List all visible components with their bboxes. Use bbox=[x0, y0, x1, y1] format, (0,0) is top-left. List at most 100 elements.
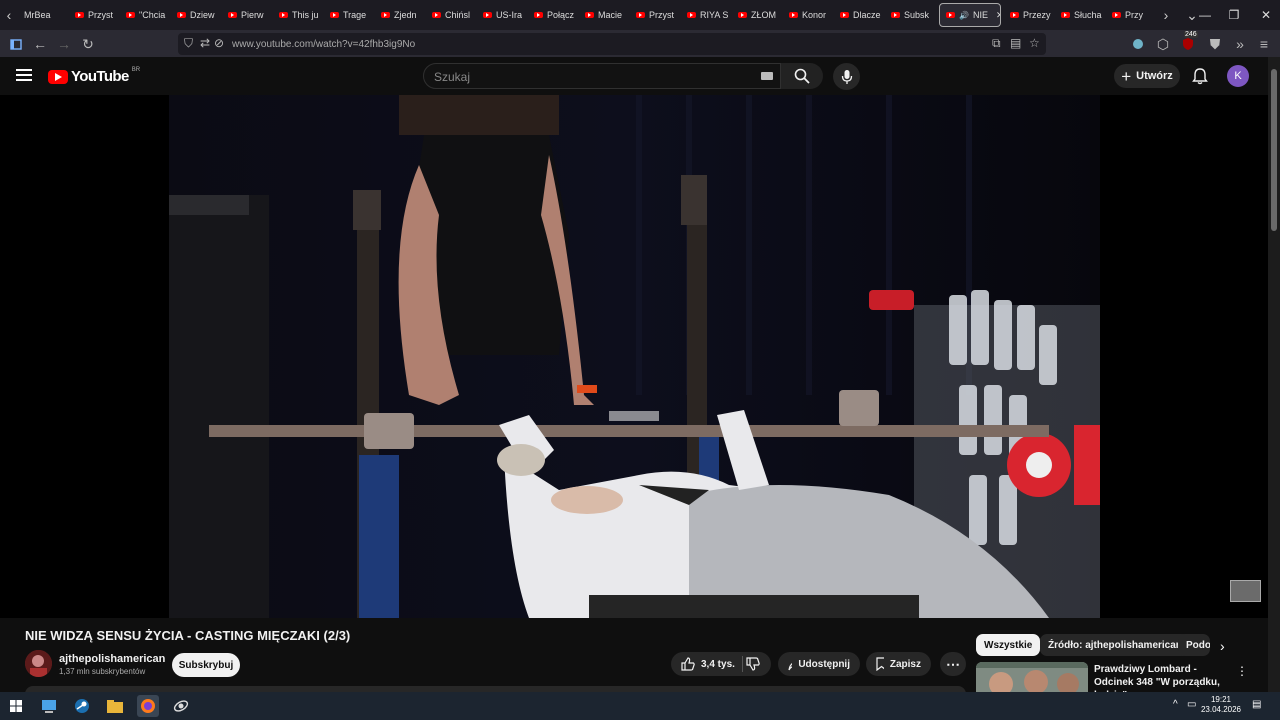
overflow-chevron-icon[interactable]: » bbox=[1230, 34, 1250, 54]
browser-tab[interactable]: Słucha bbox=[1055, 0, 1106, 30]
ublock-icon[interactable]: 246 bbox=[1178, 31, 1198, 54]
browser-tab[interactable]: RIYA S bbox=[681, 0, 732, 30]
restore-icon[interactable]: ❐ bbox=[1218, 0, 1250, 30]
save-button[interactable]: Zapisz bbox=[866, 652, 931, 676]
browser-tab[interactable]: Przy bbox=[1106, 0, 1157, 30]
bookmark-star-icon[interactable]: ☆ bbox=[1029, 36, 1040, 50]
browser-tab[interactable]: Połącz bbox=[528, 0, 579, 30]
sidebar-toggle-icon[interactable] bbox=[6, 34, 26, 54]
network-tray-icon[interactable]: ▭ bbox=[1187, 699, 1196, 710]
browser-tab[interactable]: This ju bbox=[273, 0, 324, 30]
close-tab-icon[interactable]: ✕ bbox=[996, 10, 1000, 21]
tray-chevron-icon[interactable]: ^ bbox=[1173, 699, 1178, 710]
browser-tab[interactable]: Dlacze bbox=[834, 0, 885, 30]
browser-tab[interactable]: Przyst bbox=[630, 0, 681, 30]
extensions-puzzle-icon[interactable]: ⬡ bbox=[1153, 34, 1173, 54]
chip-all[interactable]: Wszystkie bbox=[976, 634, 1041, 656]
browser-tab[interactable]: ZŁOM bbox=[732, 0, 783, 30]
recommendation-thumbnail[interactable] bbox=[976, 662, 1088, 692]
browser-tab[interactable]: US-Ira bbox=[477, 0, 528, 30]
youtube-favicon-icon bbox=[840, 12, 849, 18]
channel-avatar[interactable] bbox=[25, 650, 52, 677]
dislike-button[interactable] bbox=[746, 657, 760, 676]
video-frame[interactable] bbox=[169, 95, 1100, 618]
voice-search-button[interactable] bbox=[833, 63, 860, 90]
menu-hamburger-icon[interactable] bbox=[16, 69, 32, 81]
chip-related[interactable]: Podo bbox=[1178, 634, 1210, 656]
channel-name[interactable]: ajthepolishamerican bbox=[59, 653, 165, 665]
shield-icon[interactable]: ⛉ bbox=[184, 36, 193, 51]
privacy-shield-icon[interactable]: ⛊ bbox=[1205, 34, 1225, 54]
address-bar[interactable]: ⛉ ⇄ ⊘ www.youtube.com/watch?v=42fhb3ig9N… bbox=[178, 33, 1046, 55]
keyboard-icon[interactable] bbox=[761, 72, 773, 80]
subscriber-count: 1,37 mln subskrybentów bbox=[59, 667, 146, 676]
network-tool-icon[interactable] bbox=[170, 695, 192, 717]
browser-tab[interactable]: Subsk bbox=[885, 0, 936, 30]
tab-scroll-right-icon[interactable]: › bbox=[1157, 0, 1175, 30]
tab-label: Dlacze bbox=[853, 10, 881, 20]
microphone-icon bbox=[841, 69, 852, 84]
search-input[interactable]: Szukaj bbox=[423, 63, 781, 89]
share-button[interactable]: Udostępnij bbox=[778, 652, 860, 676]
plus-icon: + bbox=[1121, 66, 1132, 86]
browser-tab[interactable]: Zjedn bbox=[375, 0, 426, 30]
extension-icon[interactable] bbox=[1128, 34, 1148, 54]
browser-tab-strip: ‹ MrBea Przyst "Chcia Dziew Pierw This ju Trag… bbox=[0, 0, 1280, 30]
firefox-icon[interactable] bbox=[137, 695, 159, 717]
chip-source-channel[interactable]: Źródło: ajthepolishamerican bbox=[1040, 634, 1190, 656]
speaker-icon[interactable]: 🔊 bbox=[959, 11, 969, 20]
create-button[interactable]: + Utwórz bbox=[1114, 64, 1180, 88]
file-explorer-icon[interactable] bbox=[104, 695, 126, 717]
minimize-icon[interactable]: — bbox=[1189, 0, 1221, 30]
notifications-bell-icon[interactable] bbox=[1190, 66, 1210, 86]
browser-tab[interactable]: Pierw bbox=[222, 0, 273, 30]
forward-icon[interactable]: → bbox=[54, 34, 74, 54]
system-clock[interactable]: 19:21 23.04.2026 bbox=[1200, 695, 1242, 715]
back-icon[interactable]: ← bbox=[30, 34, 50, 54]
video-player[interactable] bbox=[0, 95, 1268, 618]
app-menu-icon[interactable]: ≡ bbox=[1254, 34, 1274, 54]
browser-tab[interactable]: Przyst bbox=[69, 0, 120, 30]
video-title: NIE WIDZĄ SENSU ŻYCIA - CASTING MIĘCZAKI… bbox=[25, 628, 351, 643]
tab-label: Przyst bbox=[649, 10, 675, 20]
permissions-icon[interactable]: ⇄ bbox=[200, 36, 210, 50]
youtube-favicon-icon bbox=[279, 12, 288, 18]
notifications-icon[interactable]: ▤ bbox=[1252, 699, 1261, 710]
video-still-image bbox=[169, 95, 1100, 618]
browser-tab[interactable]: Chińsl bbox=[426, 0, 477, 30]
close-window-icon[interactable]: ✕ bbox=[1250, 0, 1280, 30]
youtube-favicon-icon bbox=[483, 12, 492, 18]
browser-tab[interactable]: MrBea bbox=[18, 0, 69, 30]
like-button[interactable]: 3,4 tys. bbox=[681, 657, 735, 671]
browser-tab[interactable]: Macie bbox=[579, 0, 630, 30]
tab-label: This ju bbox=[292, 10, 319, 20]
browser-tab-active[interactable]: 🔊NIE ✕ bbox=[939, 3, 1001, 27]
tab-scroll-left-icon[interactable]: ‹ bbox=[0, 0, 18, 30]
browser-tab[interactable]: Trage bbox=[324, 0, 375, 30]
browser-tab[interactable]: Dziew bbox=[171, 0, 222, 30]
youtube-favicon-icon bbox=[687, 12, 696, 18]
more-actions-icon[interactable]: ⋯ bbox=[940, 652, 966, 676]
scrollbar-thumb[interactable] bbox=[1271, 69, 1277, 231]
subscribe-button[interactable]: Subskrybuj bbox=[172, 653, 240, 677]
youtube-favicon-icon bbox=[177, 12, 186, 18]
task-view-icon[interactable] bbox=[38, 695, 60, 717]
windows-start-icon[interactable] bbox=[5, 695, 27, 717]
youtube-favicon-icon bbox=[75, 12, 84, 18]
youtube-favicon-icon bbox=[1010, 12, 1019, 18]
page-scrollbar[interactable] bbox=[1268, 57, 1280, 692]
reader-view-icon[interactable]: ▤ bbox=[1010, 36, 1021, 50]
browser-tab[interactable]: Konor bbox=[783, 0, 834, 30]
chevron-right-icon[interactable]: › bbox=[1220, 638, 1225, 654]
account-avatar[interactable]: K bbox=[1227, 65, 1249, 87]
browser-tab[interactable]: "Chcia bbox=[120, 0, 171, 30]
browser-tab[interactable]: Przezy bbox=[1004, 0, 1055, 30]
reload-icon[interactable]: ↻ bbox=[78, 34, 98, 54]
blocked-media-icon[interactable]: ⊘ bbox=[214, 36, 224, 50]
search-button[interactable] bbox=[781, 63, 823, 89]
mini-preview-thumbnail[interactable] bbox=[1230, 580, 1261, 602]
steam-icon[interactable] bbox=[71, 695, 93, 717]
youtube-logo[interactable]: YouTube BR bbox=[48, 67, 140, 85]
recommendation-menu-icon[interactable]: ⋮ bbox=[1236, 664, 1248, 678]
picture-in-picture-icon[interactable]: ⧉ bbox=[992, 36, 1001, 51]
